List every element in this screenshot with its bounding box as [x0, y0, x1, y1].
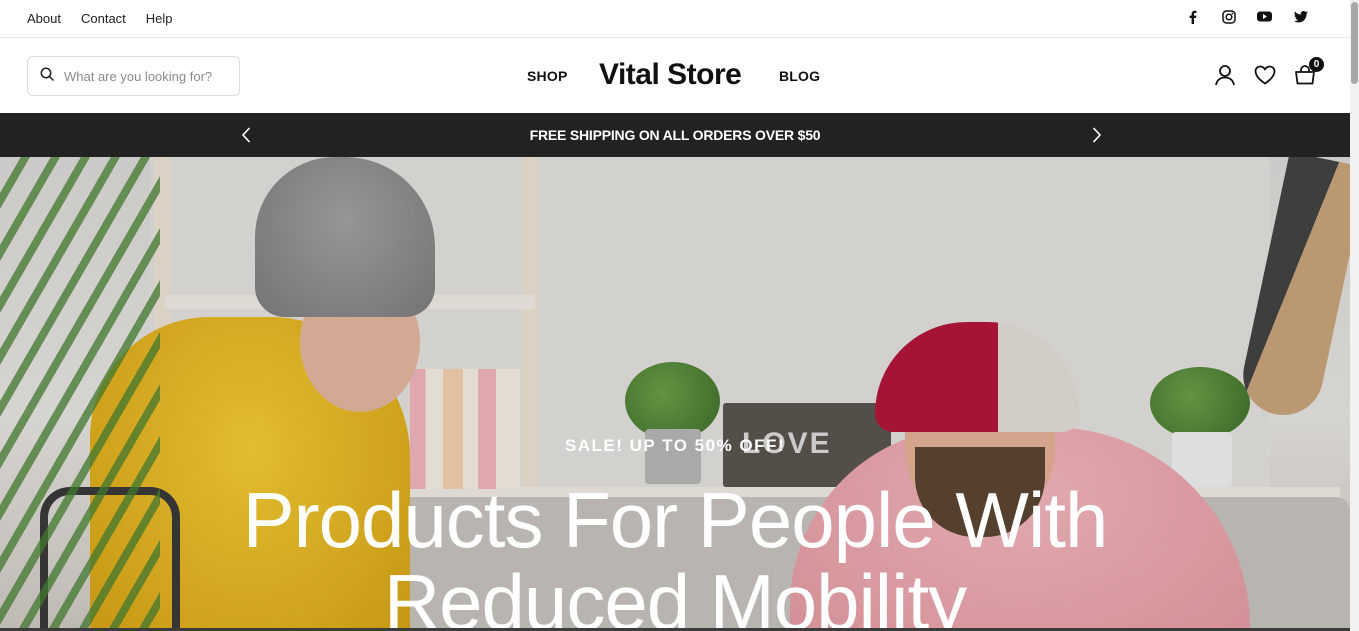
hero-title-line: Products For People With: [242, 476, 1109, 564]
main-header: SHOP Vital Store BLOG 0: [0, 39, 1350, 113]
page-scrollbar[interactable]: [1350, 0, 1359, 631]
facebook-icon[interactable]: [1185, 9, 1200, 24]
top-utility-bar: About Contact Help: [0, 0, 1350, 38]
hero-eyebrow: SALE! UP TO 50% OFF!: [564, 436, 786, 455]
chevron-right-icon: [1092, 127, 1102, 143]
nav-shop-link[interactable]: SHOP: [527, 68, 567, 84]
hero-banner[interactable]: LOVE SALE! UP TO 50% OFF! Products For P…: [0, 157, 1350, 631]
header-actions: 0: [1214, 57, 1324, 88]
search-icon[interactable]: [40, 67, 54, 86]
hero-title: Products For People With Reduced Mobilit…: [0, 479, 1350, 631]
announcement-bar: FREE SHIPPING ON ALL ORDERS OVER $50: [0, 113, 1350, 157]
account-icon[interactable]: [1214, 62, 1236, 88]
nav-blog-link[interactable]: BLOG: [779, 68, 820, 84]
cart-count-badge: 0: [1309, 57, 1324, 72]
twitter-icon[interactable]: [1293, 9, 1308, 24]
announcement-message: FREE SHIPPING ON ALL ORDERS OVER $50: [529, 127, 821, 143]
about-link[interactable]: About: [27, 11, 61, 26]
search-input[interactable]: [64, 68, 224, 84]
utility-links: About Contact Help: [27, 11, 173, 26]
hero-title-line: Reduced Mobility: [383, 558, 967, 631]
cart-icon[interactable]: 0: [1294, 57, 1324, 88]
instagram-icon[interactable]: [1221, 9, 1236, 24]
scrollbar-thumb[interactable]: [1351, 2, 1358, 84]
search-box[interactable]: [27, 56, 240, 96]
store-logo[interactable]: Vital Store: [599, 58, 742, 92]
youtube-icon[interactable]: [1257, 9, 1272, 24]
help-link[interactable]: Help: [146, 11, 173, 26]
contact-link[interactable]: Contact: [81, 11, 126, 26]
wishlist-icon[interactable]: [1254, 62, 1276, 88]
announcement-next-button[interactable]: [1087, 125, 1107, 145]
social-links: [1185, 9, 1308, 24]
